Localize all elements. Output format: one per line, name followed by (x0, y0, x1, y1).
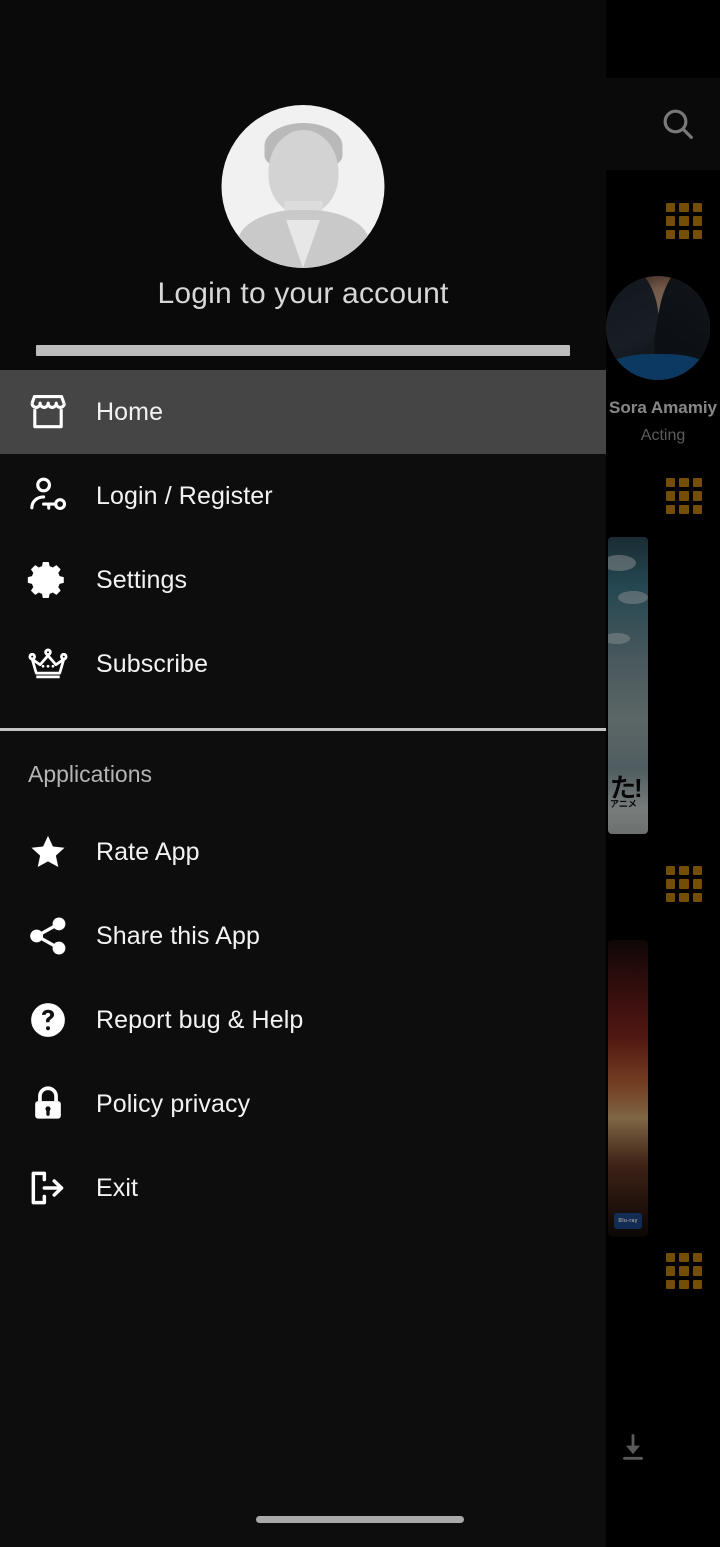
drawer-applications-menu: Rate App Share this App Report bug & Hel… (0, 810, 606, 1230)
sidebar-item-home[interactable]: Home (0, 370, 606, 454)
exit-icon (0, 1166, 96, 1210)
storefront-icon (0, 390, 96, 434)
sidebar-item-label: Settings (96, 565, 188, 594)
sidebar-item-label: Rate App (96, 837, 200, 866)
sidebar-item-label: Policy privacy (96, 1089, 251, 1118)
crown-icon (0, 642, 96, 686)
sidebar-item-share-app[interactable]: Share this App (0, 894, 606, 978)
sidebar-item-login-register[interactable]: Login / Register (0, 454, 606, 538)
sidebar-item-settings[interactable]: Settings (0, 538, 606, 622)
navigation-drawer: Login to your account Home Login / Regis… (0, 0, 606, 1547)
gear-icon (0, 558, 96, 602)
help-circle-icon (0, 998, 96, 1042)
share-icon (0, 914, 96, 958)
drawer-primary-menu: Home Login / Register Settings Subscribe (0, 370, 606, 706)
app-screen: Sora Amamiy Acting た! アニメ Blu-ray Login … (0, 0, 720, 1547)
sidebar-item-rate-app[interactable]: Rate App (0, 810, 606, 894)
sidebar-item-policy-privacy[interactable]: Policy privacy (0, 1062, 606, 1146)
sidebar-item-label: Share this App (96, 921, 261, 950)
home-gesture-bar[interactable] (256, 1516, 464, 1523)
sidebar-item-label: Login / Register (96, 481, 273, 510)
sidebar-item-report-bug-help[interactable]: Report bug & Help (0, 978, 606, 1062)
sidebar-item-label: Exit (96, 1173, 139, 1202)
section-header-applications: Applications (28, 761, 153, 787)
star-icon (0, 830, 96, 874)
header-accent-bar (36, 345, 570, 356)
drawer-header: Login to your account (0, 0, 606, 370)
sidebar-item-label: Subscribe (96, 649, 209, 678)
sidebar-item-label: Home (96, 397, 164, 426)
page-title: Login to your account (157, 277, 449, 310)
sidebar-item-exit[interactable]: Exit (0, 1146, 606, 1230)
sidebar-item-label: Report bug & Help (96, 1005, 304, 1034)
sidebar-item-subscribe[interactable]: Subscribe (0, 622, 606, 706)
lock-icon (0, 1082, 96, 1126)
user-key-icon (0, 474, 96, 518)
avatar[interactable] (221, 105, 385, 268)
